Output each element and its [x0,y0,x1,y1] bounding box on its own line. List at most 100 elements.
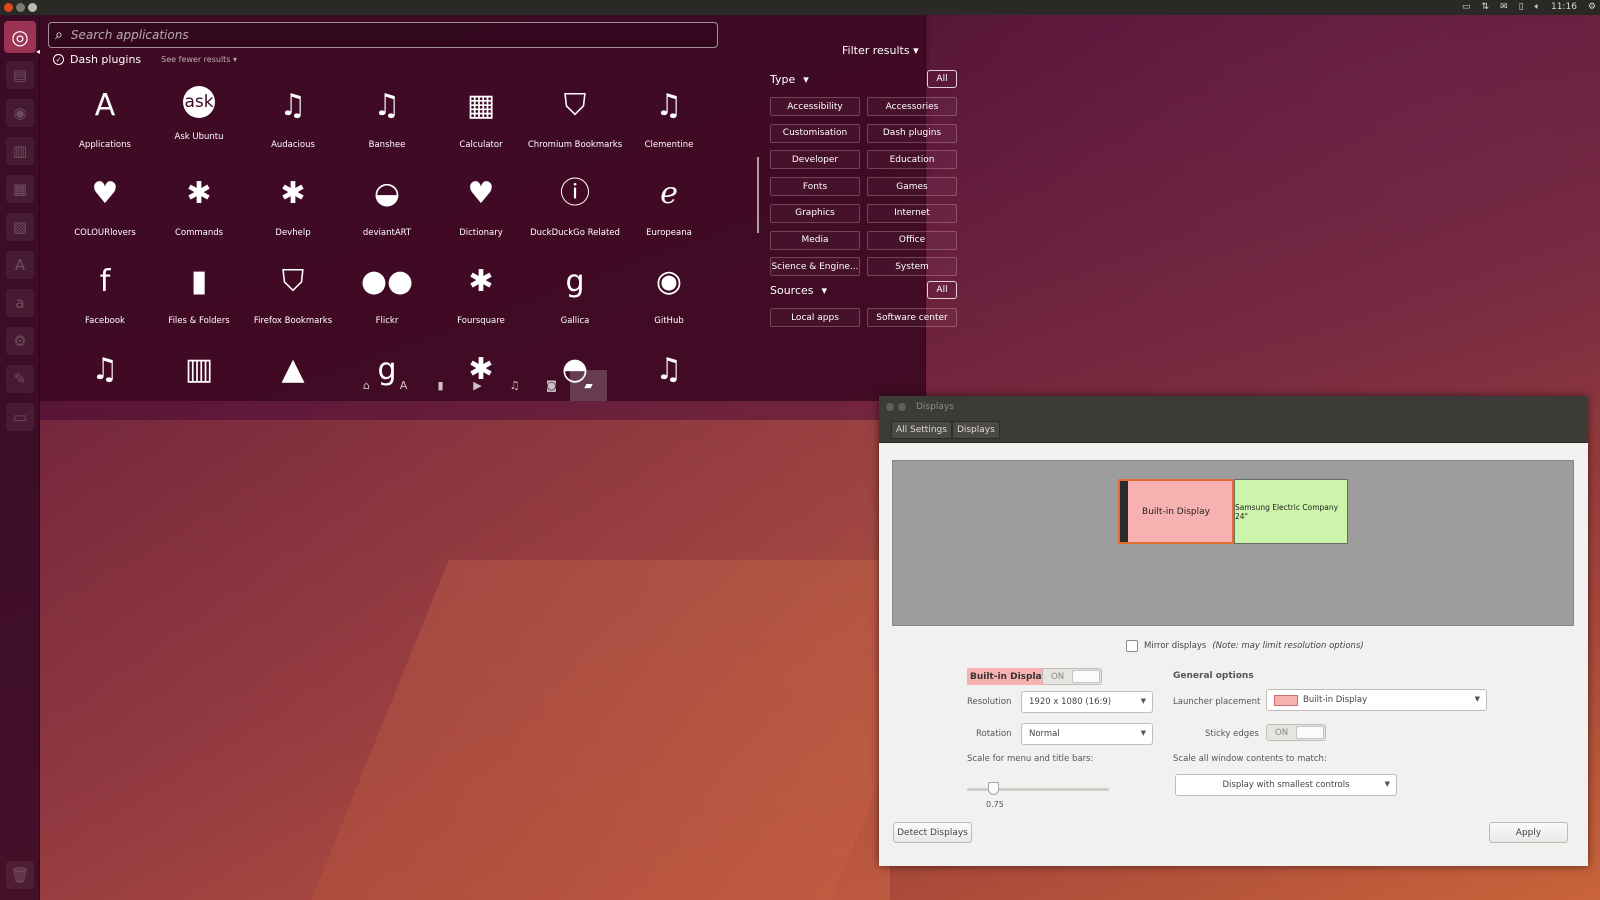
result-tile[interactable]: ♥ COLOURlovers [60,168,150,248]
result-tile[interactable]: ◒ deviantART [342,168,432,248]
clock[interactable]: 11:16 [1551,0,1577,15]
scale-slider-handle[interactable] [988,782,999,795]
network-icon[interactable]: ▭ [1462,0,1471,15]
result-tile[interactable]: ✱ Devhelp [248,168,338,248]
lens-video-icon[interactable]: ▶ [459,370,496,401]
maximize-icon[interactable] [28,3,37,12]
source-filter-button[interactable]: Local apps [770,308,860,327]
result-label: Commands [174,228,224,238]
impress-launcher-icon[interactable]: ▧ [6,213,34,241]
result-tile[interactable]: ✱ Foursquare [436,256,526,336]
apply-button[interactable]: Apply [1489,822,1568,843]
text-editor-icon[interactable]: ✎ [6,365,34,393]
type-filter-button[interactable]: Education [867,150,957,170]
result-tile[interactable]: ⛉ Firefox Bookmarks [248,256,338,336]
type-filter-header[interactable]: Type ▾ [770,73,809,86]
type-filter-button[interactable]: Fonts [770,177,860,197]
result-tile[interactable]: A Applications [60,80,150,160]
source-filter-button[interactable]: Software center [867,308,957,327]
result-label: Files & Folders [168,316,230,326]
type-filter-button[interactable]: Customisation [770,123,860,143]
minimize-icon[interactable] [16,3,25,12]
trash-icon[interactable]: 🗑︎ [6,861,34,889]
minimize-icon[interactable] [898,403,906,411]
lens-photos-icon[interactable]: ◙ [533,370,570,401]
settings-launcher-icon[interactable]: ⚙ [6,327,34,355]
result-tile[interactable]: ●● Flickr [342,256,432,336]
files-launcher-icon[interactable]: ▤ [6,61,34,89]
result-tile[interactable]: ♥ Dictionary [436,168,526,248]
calc-launcher-icon[interactable]: ▦ [6,175,34,203]
result-tile[interactable]: ▮ Files & Folders [154,256,244,336]
type-filter-button[interactable]: Accessibility [770,97,860,116]
result-tile[interactable]: ◉ GitHub [624,256,714,336]
result-icon: ▮ [190,264,208,299]
type-filter-button[interactable]: Internet [867,203,957,223]
lens-applications-icon[interactable]: A [385,370,422,401]
result-tile[interactable]: g Gallica [530,256,620,336]
window-titlebar[interactable]: Displays [879,396,1588,418]
type-filter-button[interactable]: Office [867,230,957,250]
mail-icon[interactable]: ✉ [1500,0,1508,15]
lens-music-icon[interactable]: ♫ [496,370,533,401]
lens-social-icon[interactable]: ▰ [570,370,607,401]
type-filter-button[interactable]: Accessories [867,97,957,116]
rotation-select[interactable]: Normal ▼ [1021,723,1153,745]
type-all-button[interactable]: All [927,70,957,88]
resolution-select[interactable]: 1920 x 1080 (16:9) ▼ [1021,691,1153,713]
result-tile[interactable]: ♫ Clementine [624,80,714,160]
close-icon[interactable] [4,3,13,12]
monitor-builtin[interactable]: Built-in Display [1118,479,1234,544]
firefox-launcher-icon[interactable]: ◉ [6,99,34,127]
monitor-samsung[interactable]: Samsung Electric Company 24" [1234,479,1348,544]
scale-all-select[interactable]: Display with smallest controls ▼ [1175,774,1397,796]
sticky-edges-switch[interactable]: ON [1266,724,1326,741]
result-tile[interactable]: ask Ask Ubuntu [154,80,244,160]
lens-home-icon[interactable]: ⌂ [348,370,385,401]
displays-crumb[interactable]: Displays [951,421,1000,439]
type-filter-button[interactable]: Graphics [770,203,860,223]
result-tile[interactable]: ✱ Commands [154,168,244,248]
volume-icon[interactable]: 🔈︎ [1535,0,1540,15]
scrollbar[interactable] [757,157,759,233]
ubuntu-logo-icon[interactable]: ◎ [4,21,36,53]
sources-filter-header[interactable]: Sources ▾ [770,284,827,297]
software-center-icon[interactable]: A [6,251,34,279]
general-options-heading: General options [1173,671,1254,681]
result-tile[interactable]: ⛉ Chromium Bookmarks [528,80,622,160]
type-filter-button[interactable]: Dash plugins [867,123,957,143]
mirror-displays-checkbox[interactable] [1126,640,1138,652]
transfer-icon[interactable]: ⇅ [1482,0,1490,15]
type-filter-button[interactable]: Games [867,177,957,197]
result-tile[interactable]: f Facebook [60,256,150,336]
lens-files-icon[interactable]: ▮ [422,370,459,401]
sources-all-button[interactable]: All [927,281,957,299]
display-on-switch[interactable]: ON [1042,668,1102,685]
see-fewer-link[interactable]: See fewer results ▾ [161,55,237,64]
result-tile[interactable]: ⓘ DuckDuckGo Related [530,168,620,248]
gear-icon[interactable]: ⚙ [1588,0,1596,15]
type-filter-button[interactable]: System [867,257,957,277]
search-input[interactable] [70,28,671,42]
close-icon[interactable] [886,403,894,411]
result-icon: g [565,264,585,299]
result-tile[interactable]: ♫ Audacious [248,80,338,160]
type-filter-button[interactable]: Science & Engine... [770,257,860,277]
result-tile[interactable]: ℯ Europeana [624,168,714,248]
lens-bar: ⌂ A ▮ ▶ ♫ ◙ ▰ [40,370,926,401]
sticky-edges-label: Sticky edges [1205,729,1259,739]
result-tile[interactable]: ▦ Calculator [436,80,526,160]
breadcrumb: All Settings Displays [879,418,1588,443]
type-filter-button[interactable]: Developer [770,150,860,170]
launcher-placement-select[interactable]: Built-in Display ▼ [1266,689,1487,711]
all-settings-button[interactable]: All Settings [891,421,952,439]
workspace-icon[interactable]: ▭ [6,403,34,431]
amazon-icon[interactable]: a [6,289,34,317]
detect-displays-button[interactable]: Detect Displays [893,822,972,843]
battery-icon[interactable]: ▯ [1519,0,1524,15]
search-box[interactable]: ⌕ [48,22,718,48]
filter-results-toggle[interactable]: Filter results ▾ [842,44,919,57]
result-tile[interactable]: ♫ Banshee [342,80,432,160]
writer-launcher-icon[interactable]: ▥ [6,137,34,165]
type-filter-button[interactable]: Media [770,230,860,250]
